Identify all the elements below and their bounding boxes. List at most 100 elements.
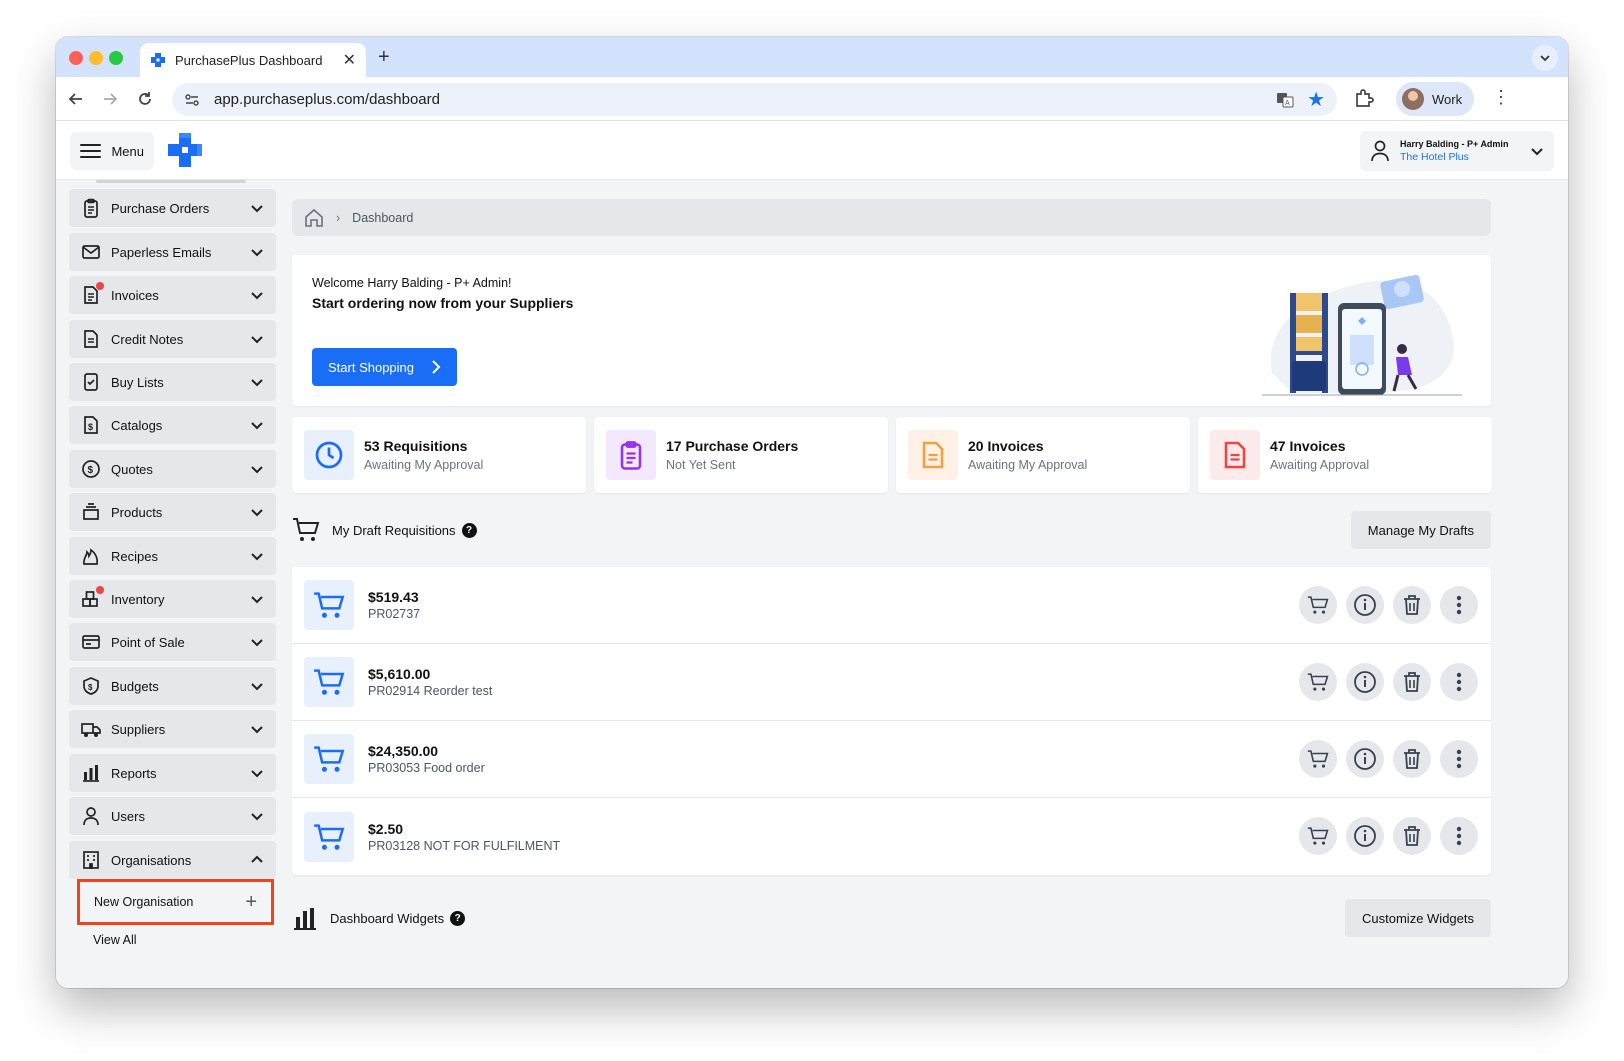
shopping-illustration <box>1262 274 1462 396</box>
arrow-left-icon <box>68 93 82 105</box>
home-icon[interactable] <box>304 208 324 228</box>
stat-card[interactable]: 47 Invoices Awaiting Approval <box>1198 417 1492 493</box>
chevron-down-icon <box>251 813 263 821</box>
breadcrumb-current: Dashboard <box>352 210 414 225</box>
details-button[interactable] <box>1346 740 1384 778</box>
back-button[interactable] <box>64 87 88 111</box>
sidebar-icon <box>81 198 101 218</box>
manage-my-drafts-button[interactable]: Manage My Drafts <box>1350 511 1491 549</box>
sidebar-item-catalogs[interactable]: $ Catalogs <box>69 406 276 444</box>
purchaseplus-logo[interactable] <box>167 132 203 168</box>
open-cart-button[interactable] <box>1299 817 1337 855</box>
draft-row[interactable]: $24,350.00 PR03053 Food order <box>292 721 1491 798</box>
stat-card[interactable]: 17 Purchase Orders Not Yet Sent <box>594 417 888 493</box>
user-icon <box>1371 140 1389 162</box>
stat-icon-box <box>606 430 656 480</box>
delete-button[interactable] <box>1393 586 1431 624</box>
sidebar-item-budgets[interactable]: $ Budgets <box>69 667 276 705</box>
sidebar-item-paperless-emails[interactable]: Paperless Emails <box>69 233 276 271</box>
sidebar-item-label: Purchase Orders <box>111 200 210 216</box>
draft-reference: PR02914 Reorder test <box>368 684 493 698</box>
sidebar-item-users[interactable]: Users <box>69 797 276 835</box>
dollar-document-icon: $ <box>84 416 98 434</box>
svg-text:$: $ <box>88 422 93 432</box>
tab-search-button[interactable] <box>1532 45 1558 71</box>
start-shopping-button[interactable]: Start Shopping <box>312 348 457 386</box>
help-icon[interactable]: ? <box>450 910 466 926</box>
forward-button[interactable] <box>98 87 122 111</box>
sidebar-item-organisations[interactable]: Organisations <box>69 841 276 879</box>
close-tab-icon[interactable]: ✕ <box>343 50 356 70</box>
sidebar-item-reports[interactable]: Reports <box>69 754 276 792</box>
view-all-organisations-link[interactable]: View All <box>93 933 137 947</box>
menu-button[interactable]: Menu <box>70 132 154 170</box>
draft-actions <box>1299 663 1478 701</box>
more-options-button[interactable] <box>1440 663 1478 701</box>
sidebar-item-recipes[interactable]: Recipes <box>69 537 276 575</box>
customize-widgets-button[interactable]: Customize Widgets <box>1345 899 1491 937</box>
draft-row[interactable]: $2.50 PR03128 NOT FOR FULFILMENT <box>292 798 1491 875</box>
browser-menu-icon[interactable]: ⋮ <box>1492 87 1510 108</box>
sidebar-item-credit-notes[interactable]: Credit Notes <box>69 320 276 358</box>
more-options-button[interactable] <box>1440 817 1478 855</box>
sidebar-item-products[interactable]: Products <box>69 493 276 531</box>
stat-card[interactable]: 53 Requisitions Awaiting My Approval <box>292 417 586 493</box>
bar-chart-icon <box>294 908 316 930</box>
truck-icon <box>81 723 101 737</box>
delete-button[interactable] <box>1393 740 1431 778</box>
help-icon[interactable]: ? <box>461 522 477 538</box>
draft-reference: PR03053 Food order <box>368 761 485 775</box>
stat-subtitle: Awaiting My Approval <box>364 458 484 472</box>
sidebar-item-quotes[interactable]: $ Quotes <box>69 450 276 488</box>
notification-dot <box>96 282 104 290</box>
scroll-shadow <box>96 180 246 183</box>
chevron-up-icon <box>251 855 263 863</box>
delete-button[interactable] <box>1393 663 1431 701</box>
draft-cart-box <box>304 811 354 862</box>
minimize-window-button[interactable] <box>89 51 103 65</box>
new-organisation-button[interactable]: New Organisation + <box>77 879 274 925</box>
draft-amount: $5,610.00 <box>368 666 431 682</box>
new-organisation-label: New Organisation <box>94 895 194 909</box>
sidebar-item-purchase-orders[interactable]: Purchase Orders <box>69 189 276 227</box>
card-icon <box>82 635 100 649</box>
more-options-button[interactable] <box>1440 586 1478 624</box>
translate-icon[interactable]: A <box>1275 90 1295 110</box>
draft-actions <box>1299 817 1478 855</box>
stat-card[interactable]: 20 Invoices Awaiting My Approval <box>896 417 1190 493</box>
sidebar-item-label: Suppliers <box>111 721 166 737</box>
browser-tab[interactable]: PurchasePlus Dashboard ✕ <box>140 43 366 77</box>
new-tab-button[interactable]: + <box>378 46 390 69</box>
sidebar-item-invoices[interactable]: Invoices <box>69 276 276 314</box>
bookmark-star-icon[interactable]: ★ <box>1307 87 1325 112</box>
user-menu-button[interactable]: Harry Balding - P+ Admin The Hotel Plus <box>1360 131 1554 171</box>
svg-text:A: A <box>1285 100 1290 107</box>
details-button[interactable] <box>1346 586 1384 624</box>
notification-dot <box>96 586 104 594</box>
open-cart-button[interactable] <box>1299 586 1337 624</box>
draft-amount: $519.43 <box>368 589 419 605</box>
details-button[interactable] <box>1346 663 1384 701</box>
close-window-button[interactable] <box>69 51 83 65</box>
building-icon <box>83 851 99 869</box>
open-cart-button[interactable] <box>1299 663 1337 701</box>
draft-row[interactable]: $5,610.00 PR02914 Reorder test <box>292 644 1491 721</box>
open-cart-button[interactable] <box>1299 740 1337 778</box>
dashboard-widgets-title: Dashboard Widgets <box>330 910 445 926</box>
site-settings-icon[interactable] <box>184 92 200 108</box>
sidebar-item-buy-lists[interactable]: Buy Lists <box>69 363 276 401</box>
delete-button[interactable] <box>1393 817 1431 855</box>
sidebar-item-suppliers[interactable]: Suppliers <box>69 710 276 748</box>
clock-icon <box>315 441 343 469</box>
draft-row[interactable]: $519.43 PR02737 <box>292 567 1491 644</box>
details-button[interactable] <box>1346 817 1384 855</box>
maximize-window-button[interactable] <box>109 51 123 65</box>
address-bar[interactable]: app.purchaseplus.com/dashboard A ★ <box>172 83 1337 116</box>
trash-icon <box>1404 826 1420 846</box>
reload-button[interactable] <box>133 87 157 111</box>
more-options-button[interactable] <box>1440 740 1478 778</box>
profile-button[interactable]: Work <box>1396 82 1474 116</box>
sidebar-item-point-of-sale[interactable]: Point of Sale <box>69 623 276 661</box>
extensions-icon[interactable] <box>1352 87 1376 111</box>
sidebar-item-inventory[interactable]: Inventory <box>69 580 276 618</box>
